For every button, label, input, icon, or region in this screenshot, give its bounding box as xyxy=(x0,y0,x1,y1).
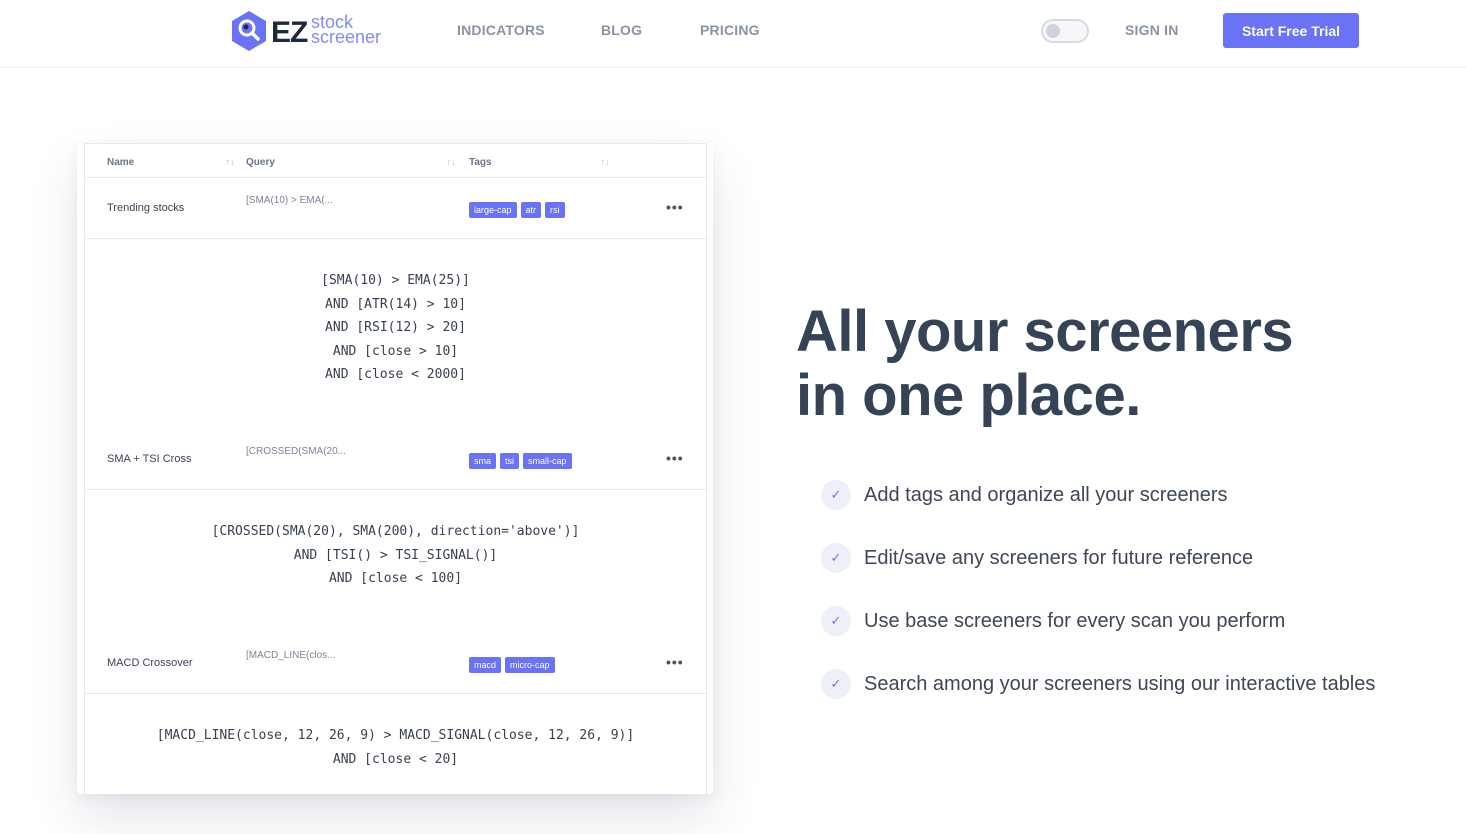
sort-name-icon[interactable]: ↑↓ xyxy=(225,157,235,168)
tag-badge[interactable]: micro-cap xyxy=(505,657,555,673)
feature-item: ✓ Use base screeners for every scan you … xyxy=(821,606,1421,636)
sign-in-link[interactable]: SIGN IN xyxy=(1125,22,1179,38)
query-line: [SMA(10) > EMA(25)] xyxy=(321,273,470,288)
screeners-table-card: Name ↑↓ Query ↑↓ Tags ↑↓ Trending stocks… xyxy=(84,143,707,794)
row-query-preview: [SMA(10) > EMA(... xyxy=(246,195,333,206)
theme-toggle[interactable] xyxy=(1041,19,1089,43)
more-options-icon[interactable]: ••• xyxy=(666,199,684,215)
tag-badge[interactable]: sma xyxy=(469,453,497,469)
sort-tags-icon[interactable]: ↑↓ xyxy=(600,157,610,168)
header-divider xyxy=(85,177,706,178)
row-divider xyxy=(85,489,706,490)
tag-badge[interactable]: tsi xyxy=(500,453,520,469)
query-line: AND [close < 100] xyxy=(328,571,463,587)
check-icon: ✓ xyxy=(821,543,851,573)
tag-badge[interactable]: small-cap xyxy=(523,453,572,469)
row-name: SMA + TSI Cross xyxy=(107,453,192,465)
query-line: AND [RSI(12) > 20] xyxy=(325,320,466,336)
start-free-trial-button[interactable]: Start Free Trial xyxy=(1223,13,1359,48)
check-icon: ✓ xyxy=(821,480,851,510)
feature-item: ✓ Search among your screeners using our … xyxy=(821,669,1421,699)
column-header-tags[interactable]: Tags xyxy=(469,157,492,168)
row-tags: sma tsi small-cap xyxy=(469,453,572,469)
query-line: AND [TSI() > TSI_SIGNAL()] xyxy=(293,547,498,563)
feature-text: Search among your screeners using our in… xyxy=(864,673,1376,695)
query-line: AND [close < 20] xyxy=(332,751,459,767)
headline-line-2: in one place. xyxy=(796,363,1141,428)
logo-subtitle: stock screener xyxy=(311,13,382,47)
query-expanded: [SMA(10) > EMA(25)] AND [ATR(14) > 10] A… xyxy=(85,269,706,387)
row-name: Trending stocks xyxy=(107,202,185,214)
query-line: [MACD_LINE(close, 12, 26, 9) > MACD_SIGN… xyxy=(156,728,635,743)
tag-badge[interactable]: rsi xyxy=(545,202,565,218)
column-header-name[interactable]: Name xyxy=(107,157,134,168)
row-query-preview: [MACD_LINE(clos... xyxy=(246,650,336,661)
check-icon: ✓ xyxy=(821,606,851,636)
sort-query-icon[interactable]: ↑↓ xyxy=(446,157,456,168)
tag-badge[interactable]: macd xyxy=(469,657,502,673)
logo-subtitle-line2: screener xyxy=(311,27,382,47)
row-tags: macd micro-cap xyxy=(469,657,555,673)
feature-text: Add tags and organize all your screeners xyxy=(864,484,1228,506)
query-line: AND [close < 2000] xyxy=(325,367,466,383)
nav-link-blog[interactable]: BLOG xyxy=(601,22,642,38)
tag-badge[interactable]: atr xyxy=(520,202,542,218)
query-line: AND [ATR(14) > 10] xyxy=(325,296,466,312)
query-line: AND [close > 10] xyxy=(332,343,459,359)
row-divider xyxy=(85,693,706,694)
feature-item: ✓ Add tags and organize all your screene… xyxy=(821,480,1421,510)
feature-item: ✓ Edit/save any screeners for future ref… xyxy=(821,543,1421,573)
check-icon: ✓ xyxy=(821,669,851,699)
query-expanded: [CROSSED(SMA(20), SMA(200), direction='a… xyxy=(85,520,706,591)
headline-line-1: All your screeners xyxy=(796,299,1294,364)
nav-link-indicators[interactable]: INDICATORS xyxy=(457,22,545,38)
row-divider xyxy=(85,238,706,239)
more-options-icon[interactable]: ••• xyxy=(666,450,684,466)
top-navbar: EZ stock screener INDICATORS BLOG PRICIN… xyxy=(0,0,1466,68)
query-line: [CROSSED(SMA(20), SMA(200), direction='a… xyxy=(211,524,580,539)
logo-ez-text: EZ xyxy=(271,16,308,49)
page-headline: All your screeners in one place. xyxy=(796,300,1436,428)
feature-text: Use base screeners for every scan you pe… xyxy=(864,610,1286,632)
row-name: MACD Crossover xyxy=(107,657,193,669)
row-tags: large-cap atr rsi xyxy=(469,202,565,218)
logo-link[interactable]: EZ stock screener xyxy=(230,10,400,52)
theme-toggle-knob xyxy=(1046,24,1060,38)
query-expanded: [MACD_LINE(close, 12, 26, 9) > MACD_SIGN… xyxy=(85,724,706,771)
feature-text: Edit/save any screeners for future refer… xyxy=(864,547,1254,569)
magnifier-logo-icon xyxy=(232,11,266,51)
more-options-icon[interactable]: ••• xyxy=(666,654,684,670)
tag-badge[interactable]: large-cap xyxy=(469,202,517,218)
column-header-query[interactable]: Query xyxy=(246,157,275,168)
row-query-preview: [CROSSED(SMA(20... xyxy=(246,446,347,457)
nav-link-pricing[interactable]: PRICING xyxy=(700,22,760,38)
